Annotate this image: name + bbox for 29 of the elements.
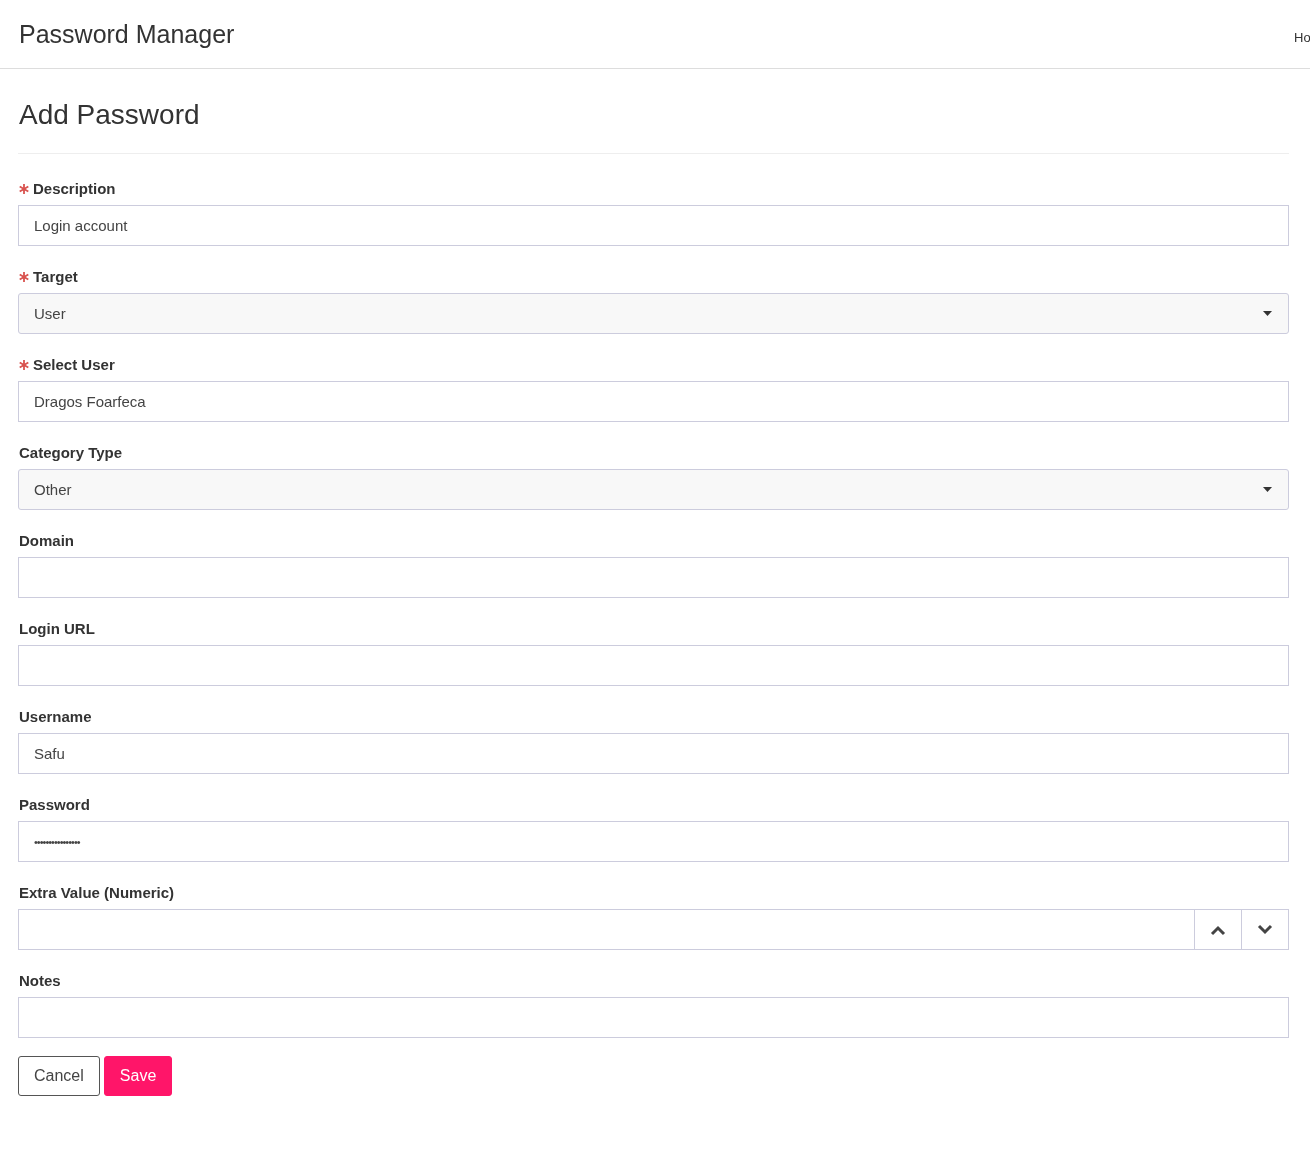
cancel-button[interactable]: Cancel xyxy=(18,1056,100,1096)
input-field[interactable]: Dragos Foarfeca xyxy=(18,381,1289,422)
field-label: Username xyxy=(19,708,92,725)
caret-icon xyxy=(1263,311,1272,316)
field-label: Password xyxy=(19,796,90,813)
field-label: Domain xyxy=(19,532,74,549)
select-field[interactable]: User xyxy=(18,293,1289,334)
input-field[interactable] xyxy=(18,997,1289,1038)
input-field[interactable]: Safu xyxy=(18,733,1289,774)
field-label: Login URL xyxy=(19,620,95,637)
app-title: Password Manager xyxy=(19,19,235,49)
field-label: Category Type xyxy=(19,444,123,461)
field-label: Description xyxy=(33,180,116,197)
field-label: Select User xyxy=(33,356,115,373)
field-label: Notes xyxy=(19,972,61,989)
required-asterisk-icon xyxy=(19,359,29,370)
password-field[interactable]: •••••••••••••••• xyxy=(18,821,1289,862)
required-asterisk-icon xyxy=(19,271,29,282)
select-field[interactable]: Other xyxy=(18,469,1289,510)
required-asterisk-icon xyxy=(19,183,29,194)
field-label: Target xyxy=(33,268,78,285)
save-button[interactable]: Save xyxy=(103,1056,173,1096)
input-field[interactable] xyxy=(18,645,1289,686)
caret-icon xyxy=(1263,487,1272,492)
input-field[interactable]: Login account xyxy=(18,205,1289,246)
page-heading: Add Password xyxy=(18,69,1289,154)
input-field[interactable] xyxy=(18,557,1289,598)
nav-link[interactable]: Ho xyxy=(1294,29,1310,45)
field-label: Extra Value (Numeric) xyxy=(19,884,175,901)
